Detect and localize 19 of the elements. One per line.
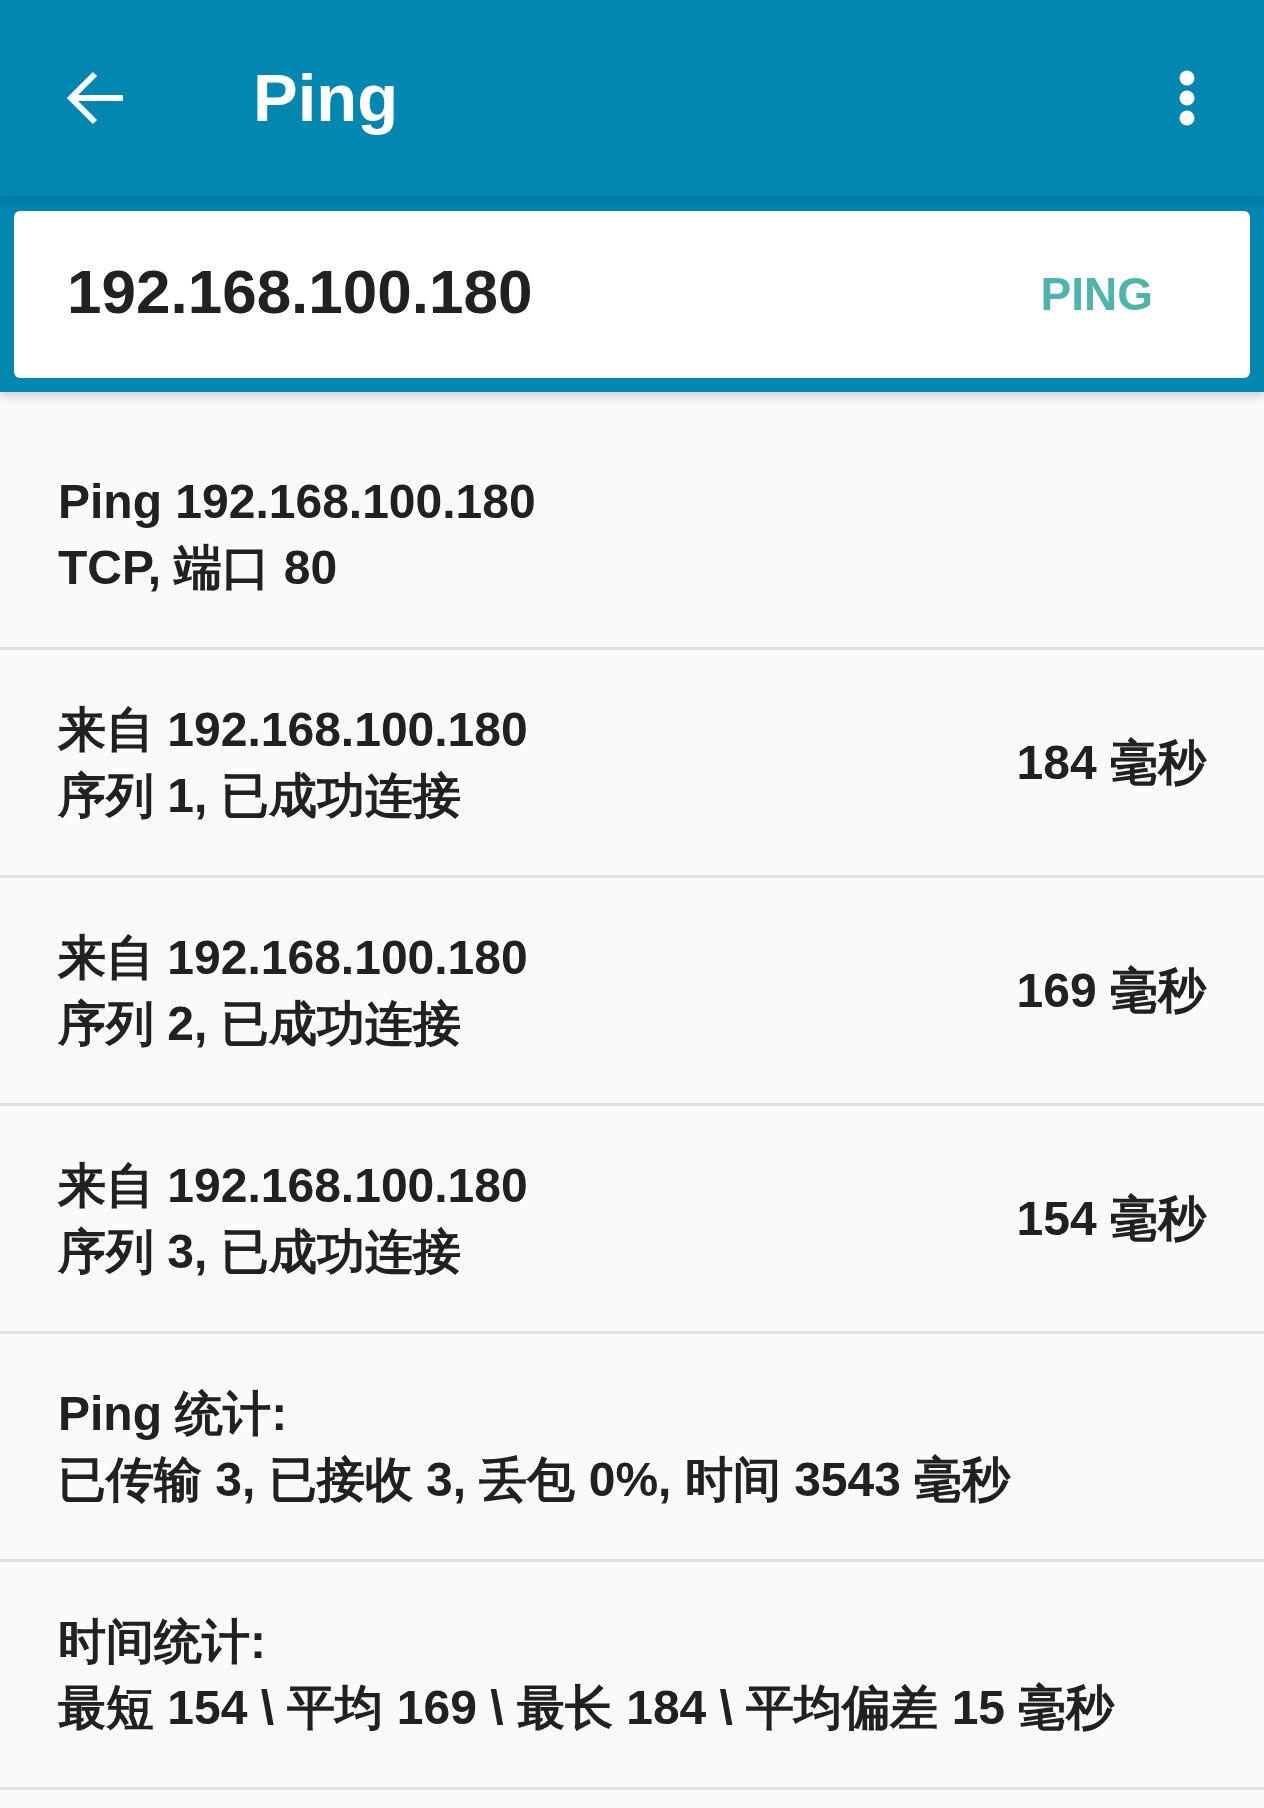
host-input-field[interactable]: 192.168.100.180: [14, 211, 1001, 378]
result-title: 时间统计:: [58, 1614, 266, 1670]
result-detail: 已传输 3, 已接收 3, 丢包 0%, 时间 3543 毫秒: [58, 1452, 1011, 1508]
response-time: 184 毫秒: [1016, 735, 1206, 791]
result-detail: TCP, 端口 80: [58, 540, 338, 596]
result-title: 来自 192.168.100.180: [58, 702, 528, 758]
result-title: Ping 统计:: [58, 1386, 288, 1442]
result-title: 来自 192.168.100.180: [58, 930, 528, 986]
result-detail: 序列 2, 已成功连接: [58, 996, 461, 1052]
response-time: 154 毫秒: [1016, 1191, 1206, 1247]
vertical-dots-icon[interactable]: [1179, 70, 1195, 126]
app-title: Ping: [253, 58, 399, 137]
left-arrow-icon[interactable]: [67, 71, 125, 125]
response-time: 169 毫秒: [1016, 963, 1206, 1019]
result-detail: 序列 3, 已成功连接: [58, 1224, 461, 1280]
result-detail: 最短 154 \ 平均 169 \ 最长 184 \ 平均偏差 15 毫秒: [58, 1680, 1115, 1736]
result-title: 来自 192.168.100.180: [58, 1158, 528, 1214]
result-detail: 序列 1, 已成功连接: [58, 768, 461, 824]
result-title: Ping 192.168.100.180: [58, 474, 536, 530]
